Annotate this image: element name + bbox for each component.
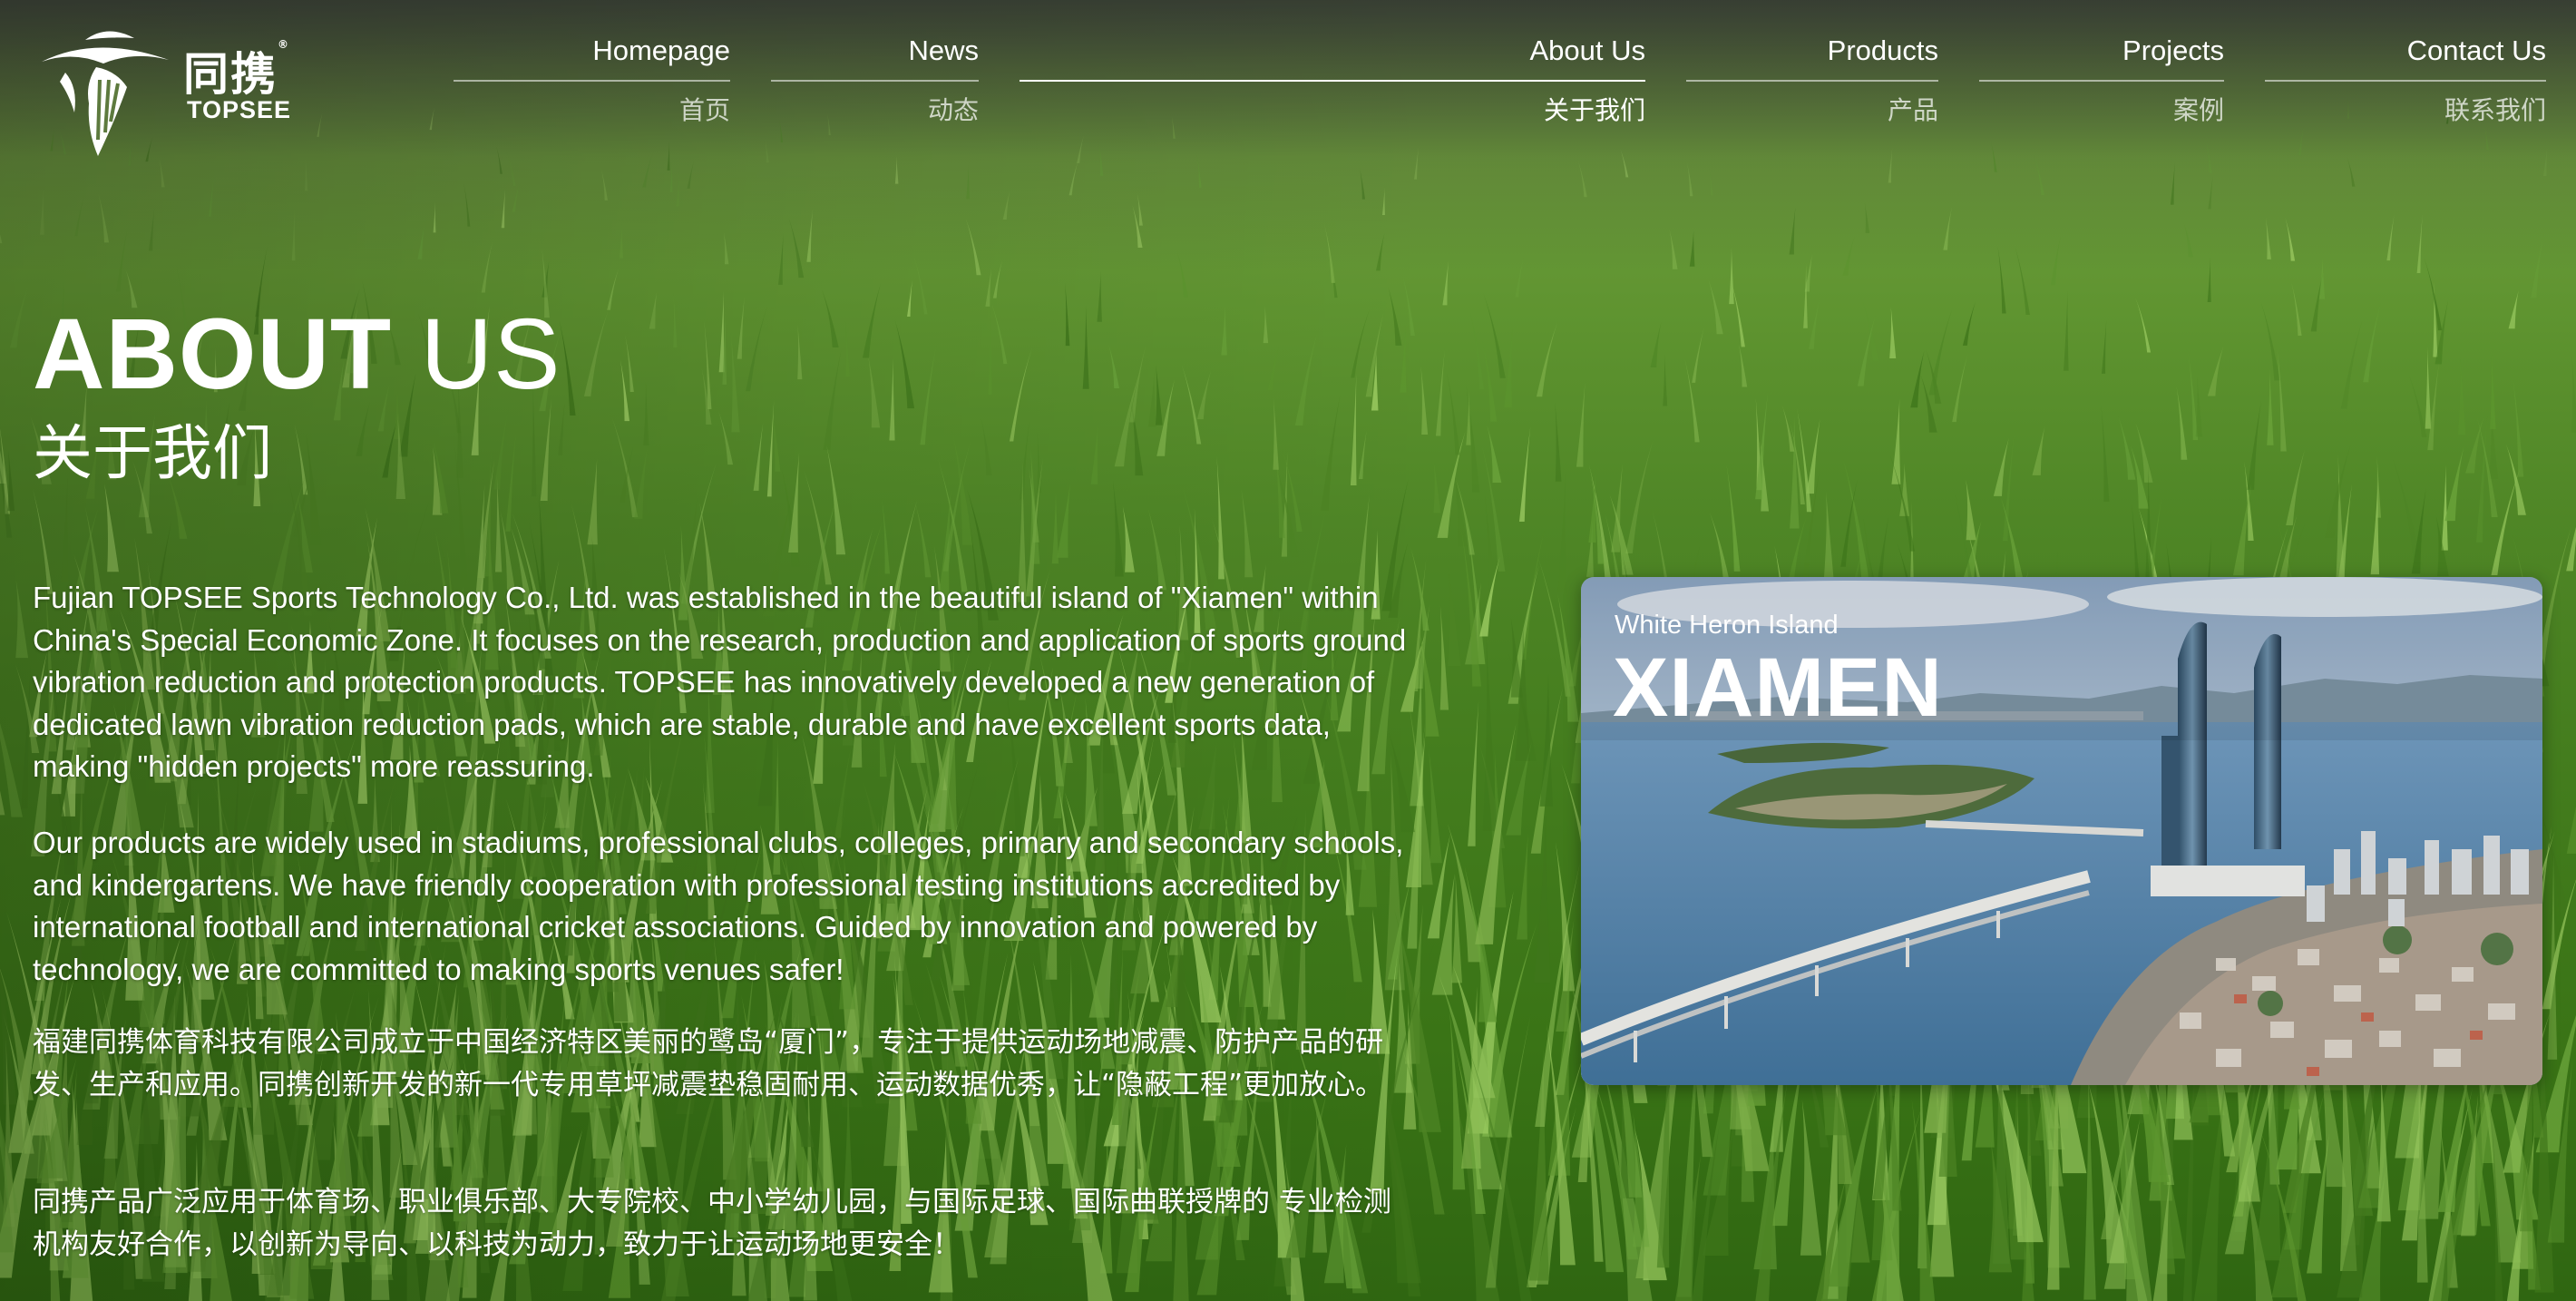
photo-card-title: XIAMEN xyxy=(1613,641,1943,734)
nav-item-projects[interactable]: Projects 案例 xyxy=(1979,33,2224,125)
logo-chinese-name: 同携® xyxy=(183,38,290,101)
nav-label-en: News xyxy=(771,33,979,82)
page-title-chinese: 关于我们 xyxy=(33,418,272,488)
nav-label-zh: 关于我们 xyxy=(1543,95,1645,125)
logo-english-name: TOPSEE xyxy=(187,96,292,123)
nav-label-zh: 动态 xyxy=(927,95,979,125)
nav-label-en: About Us xyxy=(1020,33,1645,82)
logo-mark-icon xyxy=(42,31,169,156)
nav-item-products[interactable]: Products 产品 xyxy=(1686,33,1938,125)
nav-item-news[interactable]: News 动态 xyxy=(771,33,979,125)
nav-label-zh: 联系我们 xyxy=(2444,95,2546,125)
nav-label-en: Projects xyxy=(1979,33,2224,82)
photo-card-subtitle: White Heron Island xyxy=(1615,611,1839,640)
nav-label-en: Products xyxy=(1686,33,1938,82)
topsee-logo[interactable]: 同携® TOPSEE xyxy=(33,24,305,160)
nav-item-homepage[interactable]: Homepage 首页 xyxy=(454,33,730,125)
nav-label-zh: 首页 xyxy=(678,95,730,125)
nav-label-en: Homepage xyxy=(454,33,730,82)
page-title-bold: ABOUT xyxy=(33,298,393,410)
xiamen-photo-card: White Heron Island XIAMEN xyxy=(1581,577,2542,1085)
intro-paragraph-en-2: Our products are widely used in stadiums… xyxy=(33,826,1404,986)
nav-item-about-us[interactable]: About Us 关于我们 xyxy=(1020,33,1645,125)
nav-item-contact-us[interactable]: Contact Us 联系我们 xyxy=(2265,33,2546,125)
intro-paragraph-zh-2: 同携产品广泛应用于体育场、职业俱乐部、大专院校、中小学幼儿园，与国际足球、国际曲… xyxy=(33,1186,1391,1261)
nav-label-zh: 产品 xyxy=(1887,95,1938,125)
intro-paragraph-zh-1: 福建同携体育科技有限公司成立于中国经济特区美丽的鹭岛“厦门”，专注于提供运动场地… xyxy=(33,1026,1384,1101)
page-title-rest: US xyxy=(420,298,561,410)
page-title: ABOUT US xyxy=(33,296,561,414)
nav-label-en: Contact Us xyxy=(2265,33,2546,82)
intro-paragraph-en-1: Fujian TOPSEE Sports Technology Co., Ltd… xyxy=(33,581,1407,783)
nav-label-zh: 案例 xyxy=(2172,95,2224,125)
